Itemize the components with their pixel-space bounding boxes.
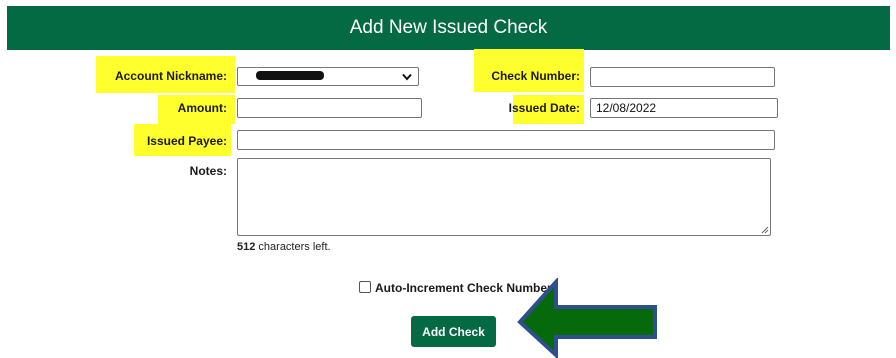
check-number-input[interactable]	[590, 67, 775, 87]
chevron-down-icon	[402, 73, 412, 81]
characters-left-counter: 512 characters left.	[237, 241, 331, 253]
check-number-label: Check Number:	[491, 69, 580, 83]
auto-increment-checkbox[interactable]	[359, 281, 371, 293]
notes-label: Notes:	[189, 164, 227, 178]
add-check-button[interactable]: Add Check	[411, 316, 496, 347]
notes-textarea[interactable]	[237, 158, 771, 236]
arrow-annotation-icon	[517, 278, 657, 358]
page-header: Add New Issued Check	[7, 6, 890, 50]
issued-date-input[interactable]	[590, 98, 778, 118]
account-nickname-select[interactable]	[237, 67, 419, 86]
page-title: Add New Issued Check	[349, 17, 548, 38]
amount-input[interactable]	[237, 98, 422, 118]
characters-left-count: 512	[237, 241, 256, 253]
issued-date-label: Issued Date:	[508, 101, 580, 115]
issued-payee-input[interactable]	[237, 130, 775, 150]
resize-grip-icon[interactable]	[760, 225, 769, 234]
account-nickname-label: Account Nickname:	[114, 69, 227, 83]
issued-payee-label: Issued Payee:	[146, 134, 227, 148]
characters-left-text: characters left.	[255, 241, 331, 253]
redacted-account-name	[256, 71, 324, 80]
amount-label: Amount:	[177, 101, 227, 115]
